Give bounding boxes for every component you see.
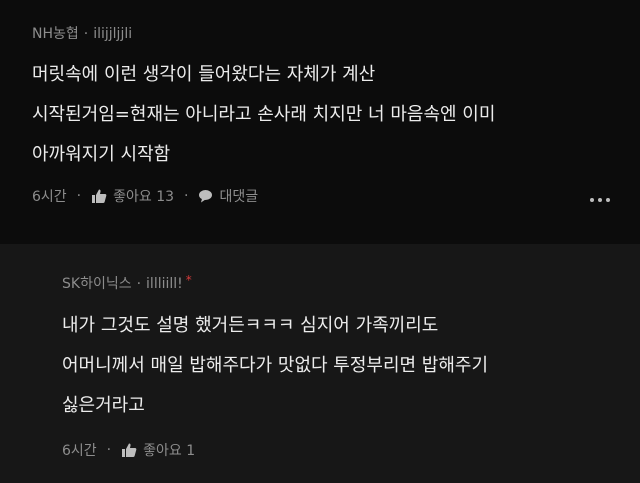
- meta-separator: ·: [83, 26, 89, 42]
- author-username[interactable]: ilijjljjli: [93, 26, 132, 42]
- reply-label: 대댓글: [219, 189, 259, 205]
- comment-card: NH농협 · ilijjljjli 머릿속에 이런 생각이 들어왔다는 자체가 계산…: [0, 0, 640, 244]
- comment-time: 6시간: [32, 189, 67, 205]
- meta-separator: ·: [184, 188, 189, 204]
- comment-line: 아까워지기 시작함: [32, 144, 171, 165]
- comment-line: 싫은거라고: [62, 395, 145, 416]
- comment-time: 6시간: [62, 443, 97, 459]
- reply-button[interactable]: 대댓글: [198, 186, 258, 206]
- comment-body: 내가 그것도 설명 했거든ㅋㅋㅋ 심지어 가족끼리도 어머니께서 매일 밥해주다…: [62, 306, 488, 426]
- meta-separator: ·: [106, 442, 112, 458]
- like-label: 좋아요 1: [143, 443, 196, 459]
- thumbs-up-icon: [122, 443, 137, 457]
- comment-author-line: NH농협 · ilijjljjli: [32, 23, 132, 43]
- speech-bubble-icon: [199, 190, 213, 203]
- comment-line: 어머니께서 매일 밥해주다가 맛없다 투정부리면 밥해주기: [62, 355, 489, 376]
- author-badge: *: [185, 273, 192, 287]
- like-label: 좋아요 13: [113, 189, 175, 205]
- author-company[interactable]: SK하이닉스: [62, 276, 132, 292]
- comment-line: 머릿속에 이런 생각이 들어왔다는 자체가 계산: [32, 64, 376, 85]
- comment-actions: 6시간 · 좋아요 13 · 대댓글: [32, 186, 258, 206]
- more-horizontal-icon[interactable]: [590, 198, 610, 202]
- comment-line: 시작된거임=현재는 아니라고 손사래 치지만 너 마음속엔 이미: [32, 104, 496, 125]
- meta-separator: ·: [136, 276, 142, 292]
- comment-actions: 6시간 · 좋아요 1: [62, 440, 195, 460]
- comment-author-line: SK하이닉스 · illliill! *: [62, 273, 192, 293]
- like-button[interactable]: 좋아요 13: [91, 186, 174, 206]
- author-company[interactable]: NH농협: [32, 26, 79, 42]
- comment-line: 내가 그것도 설명 했거든ㅋㅋㅋ 심지어 가족끼리도: [62, 315, 439, 336]
- thumbs-up-icon: [92, 189, 107, 203]
- reply-card: SK하이닉스 · illliill! * 내가 그것도 설명 했거든ㅋㅋㅋ 심지어 가…: [0, 244, 640, 483]
- like-button[interactable]: 좋아요 1: [121, 440, 195, 460]
- author-username[interactable]: illliill!: [146, 276, 183, 292]
- comment-body: 머릿속에 이런 생각이 들어왔다는 자체가 계산 시작된거임=현재는 아니라고 …: [32, 55, 495, 175]
- meta-separator: ·: [76, 188, 82, 204]
